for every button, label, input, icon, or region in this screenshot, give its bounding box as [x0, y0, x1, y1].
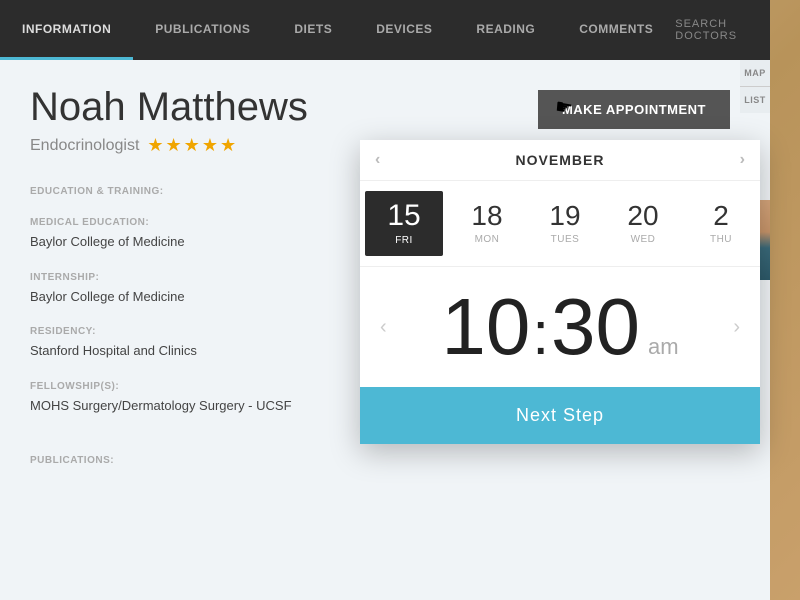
education-column: EDUCATION & TRAINING: MEDICAL EDUCATION:…: [30, 186, 370, 435]
education-label: EDUCATION & TRAINING:: [30, 186, 370, 197]
date-day-tues: TUES: [530, 234, 600, 245]
main-container: INFORMATION PUBLICATIONS DIETS DEVICES R…: [0, 0, 770, 600]
date-row: 15 FRI 18 MON 19 TUES 20 WED 2 THU: [360, 181, 760, 267]
publications-section-label: PUBLICATIONS:: [0, 445, 770, 466]
fellowship-label: FELLOWSHIP(S):: [30, 381, 370, 392]
tab-comments[interactable]: COMMENTS: [557, 0, 675, 60]
date-day-wed: WED: [608, 234, 678, 245]
date-day-fri: FRI: [369, 235, 439, 246]
time-display: 10 : 30 am: [397, 287, 724, 367]
residency-label: RESIDENCY:: [30, 326, 370, 337]
tab-information[interactable]: INFORMATION: [0, 0, 133, 60]
residency-group: RESIDENCY: Stanford Hospital and Clinics: [30, 326, 370, 361]
calendar-month: NOVEMBER: [516, 152, 605, 168]
date-number-19: 19: [530, 202, 600, 230]
internship-group: INTERNSHIP: Baylor College of Medicine: [30, 272, 370, 307]
time-section: ‹ 10 : 30 am ›: [360, 267, 760, 377]
search-doctors-label[interactable]: SEARCH DOCTORS: [675, 18, 770, 42]
time-next-arrow[interactable]: ›: [723, 316, 750, 339]
tab-devices[interactable]: DEVICES: [354, 0, 454, 60]
date-day-thu: THU: [686, 234, 756, 245]
time-minutes: 30: [551, 287, 640, 367]
education-training-group: EDUCATION & TRAINING:: [30, 186, 370, 197]
tab-reading[interactable]: READING: [454, 0, 557, 60]
fellowship-value: MOHS Surgery/Dermatology Surgery - UCSF: [30, 396, 370, 416]
date-cell-18[interactable]: 18 MON: [448, 194, 526, 253]
tab-publications[interactable]: PUBLICATIONS: [133, 0, 272, 60]
date-day-mon: MON: [452, 234, 522, 245]
medical-education-group: MEDICAL EDUCATION: Baylor College of Med…: [30, 217, 370, 252]
date-number-2: 2: [686, 202, 756, 230]
calendar-header: ‹ NOVEMBER ›: [360, 140, 760, 181]
date-number-20: 20: [608, 202, 678, 230]
appointment-calendar: ‹ NOVEMBER › 15 FRI 18 MON 19 TUES 20 WE…: [360, 140, 760, 444]
medical-education-value: Baylor College of Medicine: [30, 232, 370, 252]
tab-diets[interactable]: DIETS: [272, 0, 354, 60]
date-number-15: 15: [369, 201, 439, 231]
top-nav: INFORMATION PUBLICATIONS DIETS DEVICES R…: [0, 0, 770, 60]
next-step-button[interactable]: Next Step: [360, 387, 760, 444]
residency-value: Stanford Hospital and Clinics: [30, 341, 370, 361]
date-cell-20[interactable]: 20 WED: [604, 194, 682, 253]
date-cell-15[interactable]: 15 FRI: [365, 191, 443, 256]
date-number-18: 18: [452, 202, 522, 230]
fellowship-group: FELLOWSHIP(S): MOHS Surgery/Dermatology …: [30, 381, 370, 416]
time-colon: :: [532, 304, 549, 364]
nav-tabs: INFORMATION PUBLICATIONS DIETS DEVICES R…: [0, 0, 675, 60]
calendar-prev-arrow[interactable]: ‹: [375, 151, 380, 169]
date-cell-2[interactable]: 2 THU: [682, 194, 760, 253]
time-ampm: am: [648, 334, 679, 360]
time-prev-arrow[interactable]: ‹: [370, 316, 397, 339]
medical-education-label: MEDICAL EDUCATION:: [30, 217, 370, 228]
time-ampm-column: am: [648, 334, 679, 360]
doctor-rating: ★★★★★: [147, 135, 238, 156]
internship-value: Baylor College of Medicine: [30, 287, 370, 307]
calendar-next-arrow[interactable]: ›: [740, 151, 745, 169]
internship-label: INTERNSHIP:: [30, 272, 370, 283]
date-cell-19[interactable]: 19 TUES: [526, 194, 604, 253]
time-hours: 10: [441, 287, 530, 367]
